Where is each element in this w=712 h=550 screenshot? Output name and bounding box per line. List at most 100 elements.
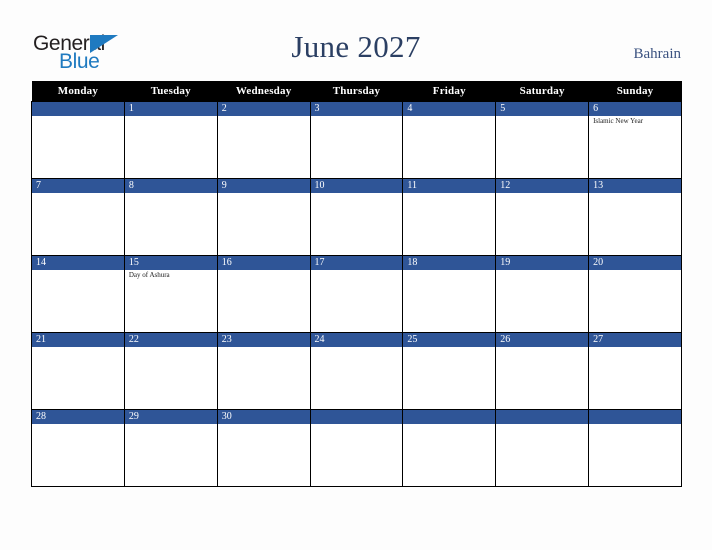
calendar-day-cell-1[interactable]: 1 bbox=[123, 101, 218, 179]
day-cell-content: 21 bbox=[32, 333, 124, 409]
day-events bbox=[32, 424, 124, 425]
calendar-day-cell-22[interactable]: 22 bbox=[123, 332, 218, 410]
weekday-header-monday: Monday bbox=[31, 81, 125, 102]
calendar-day-cell-17[interactable]: 17 bbox=[309, 255, 404, 333]
day-events bbox=[589, 424, 681, 425]
day-number: 11 bbox=[403, 179, 496, 193]
day-events bbox=[496, 116, 588, 117]
day-cell-content bbox=[403, 410, 496, 486]
day-events bbox=[125, 116, 217, 117]
calendar-day-cell-23[interactable]: 23 bbox=[216, 332, 311, 410]
day-cell-content: 19 bbox=[496, 256, 589, 332]
day-number: 21 bbox=[32, 333, 124, 347]
weekday-header-sunday: Sunday bbox=[588, 81, 682, 102]
day-events bbox=[589, 193, 681, 194]
calendar-day-cell-11[interactable]: 11 bbox=[402, 178, 497, 256]
calendar-grid: Monday Tuesday Wednesday Thursday Friday Satu… bbox=[31, 81, 682, 487]
calendar-day-cell-10[interactable]: 10 bbox=[309, 178, 404, 256]
day-events bbox=[403, 424, 495, 425]
day-cell-content: 25 bbox=[403, 333, 496, 409]
calendar-day-cell-19[interactable]: 19 bbox=[495, 255, 590, 333]
weekday-header-thursday: Thursday bbox=[310, 81, 403, 102]
calendar-day-cell-14[interactable]: 14 bbox=[31, 255, 125, 333]
calendar-day-cell-28[interactable]: 28 bbox=[31, 409, 125, 487]
day-events bbox=[311, 116, 403, 117]
calendar-day-cell-30[interactable]: 30 bbox=[216, 409, 311, 487]
day-events: Day of Ashura bbox=[125, 270, 217, 280]
calendar-day-cell-16[interactable]: 16 bbox=[216, 255, 311, 333]
day-cell-content: 4 bbox=[403, 102, 496, 178]
day-number: 23 bbox=[217, 333, 310, 347]
day-number: 6 bbox=[589, 102, 681, 116]
calendar-day-cell-8[interactable]: 8 bbox=[123, 178, 218, 256]
calendar-day-cell-13[interactable]: 13 bbox=[588, 178, 682, 256]
day-number bbox=[589, 410, 681, 424]
day-cell-content: 10 bbox=[310, 179, 403, 255]
calendar-day-cell-25[interactable]: 25 bbox=[402, 332, 497, 410]
day-cell-content: 18 bbox=[403, 256, 496, 332]
calendar-day-cell-12[interactable]: 12 bbox=[495, 178, 590, 256]
calendar-day-cell-7[interactable]: 7 bbox=[31, 178, 125, 256]
day-number: 20 bbox=[589, 256, 681, 270]
day-cell-content: 26 bbox=[496, 333, 589, 409]
day-cell-content: 28 bbox=[32, 410, 124, 486]
calendar-event: Islamic New Year bbox=[593, 117, 644, 125]
day-number: 13 bbox=[589, 179, 681, 193]
day-cell-content bbox=[496, 410, 589, 486]
day-cell-content: 5 bbox=[496, 102, 589, 178]
calendar-week-row: 1 2 3 4 5 6 Islamic New Year bbox=[31, 101, 682, 179]
weekday-header-saturday: Saturday bbox=[495, 81, 589, 102]
day-number: 2 bbox=[217, 102, 310, 116]
day-events bbox=[32, 270, 124, 271]
calendar-week-row: 28 29 30 bbox=[31, 409, 682, 487]
day-number bbox=[32, 102, 124, 116]
calendar-day-cell-4[interactable]: 4 bbox=[402, 101, 497, 179]
calendar-day-cell-6[interactable]: 6 Islamic New Year bbox=[588, 101, 682, 179]
day-events bbox=[311, 270, 403, 271]
calendar-day-cell-empty bbox=[588, 409, 682, 487]
day-events bbox=[125, 193, 217, 194]
day-number: 5 bbox=[496, 102, 589, 116]
calendar-day-cell-29[interactable]: 29 bbox=[123, 409, 218, 487]
day-number: 25 bbox=[403, 333, 496, 347]
calendar-day-cell-27[interactable]: 27 bbox=[588, 332, 682, 410]
day-number: 10 bbox=[310, 179, 403, 193]
page-title: June 2027 bbox=[291, 29, 421, 64]
day-cell-content: 3 bbox=[310, 102, 403, 178]
calendar-day-cell-5[interactable]: 5 bbox=[495, 101, 590, 179]
day-cell-content bbox=[32, 102, 124, 178]
calendar-day-cell-21[interactable]: 21 bbox=[31, 332, 125, 410]
day-cell-content: 24 bbox=[310, 333, 403, 409]
day-cell-content: 16 bbox=[217, 256, 310, 332]
day-number: 9 bbox=[217, 179, 310, 193]
day-cell-content: 9 bbox=[217, 179, 310, 255]
day-events bbox=[32, 116, 124, 117]
calendar-day-cell-9[interactable]: 9 bbox=[216, 178, 311, 256]
calendar-day-cell-2[interactable]: 2 bbox=[216, 101, 311, 179]
calendar-day-cell-26[interactable]: 26 bbox=[495, 332, 590, 410]
day-events bbox=[311, 424, 403, 425]
calendar-day-cell-18[interactable]: 18 bbox=[402, 255, 497, 333]
day-number: 24 bbox=[310, 333, 403, 347]
day-number: 16 bbox=[217, 256, 310, 270]
calendar-day-cell-15[interactable]: 15 Day of Ashura bbox=[123, 255, 218, 333]
day-number: 19 bbox=[496, 256, 589, 270]
calendar-event: Day of Ashura bbox=[128, 271, 170, 279]
day-number: 29 bbox=[124, 410, 217, 424]
calendar-day-cell-20[interactable]: 20 bbox=[588, 255, 682, 333]
day-cell-content bbox=[589, 410, 681, 486]
calendar-day-cell-24[interactable]: 24 bbox=[309, 332, 404, 410]
weekday-header-row: Monday Tuesday Wednesday Thursday Friday Satu… bbox=[31, 81, 682, 102]
day-events bbox=[218, 193, 310, 194]
day-events bbox=[496, 270, 588, 271]
day-number: 17 bbox=[310, 256, 403, 270]
calendar-day-cell-3[interactable]: 3 bbox=[309, 101, 404, 179]
day-events bbox=[403, 116, 495, 117]
day-number: 27 bbox=[589, 333, 681, 347]
day-events bbox=[125, 347, 217, 348]
day-cell-content: 29 bbox=[124, 410, 217, 486]
day-events bbox=[496, 193, 588, 194]
day-cell-content: 6 Islamic New Year bbox=[589, 102, 681, 178]
day-events: Islamic New Year bbox=[589, 116, 681, 126]
day-events bbox=[218, 424, 310, 425]
